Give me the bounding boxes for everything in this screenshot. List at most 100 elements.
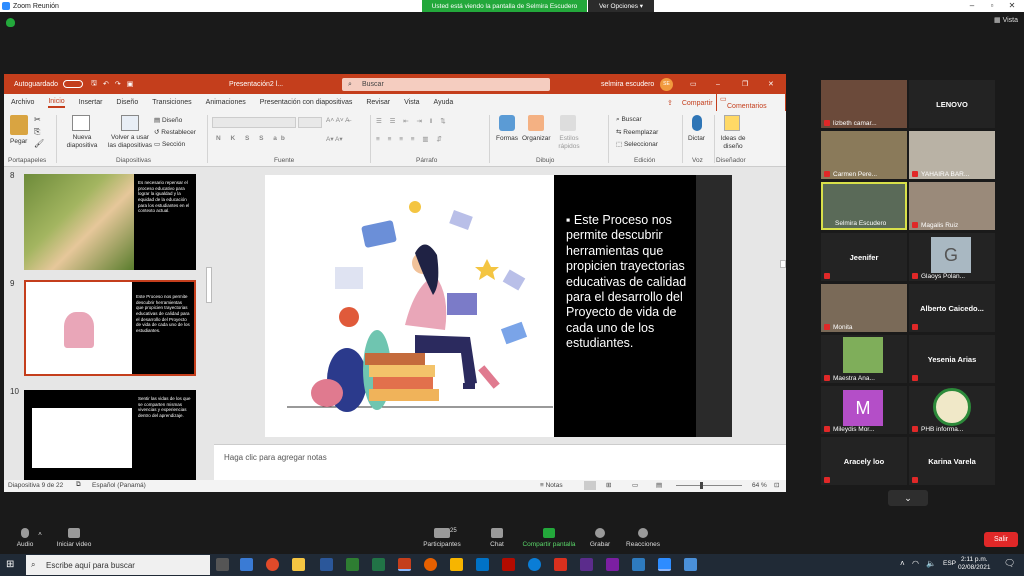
dreamweaver-icon[interactable]: [346, 558, 359, 571]
section-button[interactable]: ▭ Sección: [154, 140, 185, 148]
arrange-icon[interactable]: [528, 115, 544, 131]
language[interactable]: Español (Panamá): [92, 482, 146, 489]
minimize-icon[interactable]: –: [716, 81, 720, 88]
view-options-button[interactable]: Ver Opciones ▾: [588, 0, 654, 12]
reset-button[interactable]: ↺ Restablecer: [154, 128, 196, 136]
comments-button[interactable]: ▭ Comentarios: [716, 93, 786, 112]
zoom-slider-thumb[interactable]: [700, 482, 703, 489]
participant-tile[interactable]: LENOVO: [909, 80, 995, 128]
participant-tile[interactable]: M Mileydis Mor...: [821, 386, 907, 434]
font-name-select[interactable]: [212, 117, 296, 128]
participant-tile-active-speaker[interactable]: Selmira Escudero: [821, 182, 907, 230]
autosave-toggle[interactable]: [62, 80, 83, 88]
tab-archivo[interactable]: Archivo: [11, 99, 34, 106]
participant-tile[interactable]: Maestra Ana...: [821, 335, 907, 383]
zoom-slider[interactable]: [676, 485, 742, 486]
notes-pane[interactable]: Haga clic para agregar notas: [214, 444, 786, 480]
ribbon-display-icon[interactable]: ▭: [690, 80, 697, 88]
fit-slide-icon[interactable]: ⊡: [774, 481, 779, 489]
tab-transiciones[interactable]: Transiciones: [152, 99, 191, 106]
input-language[interactable]: ESP: [943, 560, 956, 567]
participant-tile[interactable]: G Glaoys Polan...: [909, 233, 995, 281]
zoom-taskbar-icon[interactable]: [658, 558, 671, 571]
align-buttons[interactable]: ≡ ≡ ≡ ≡ ▥ ⇵: [376, 135, 445, 143]
chat-button[interactable]: Chat: [485, 528, 509, 548]
user-avatar[interactable]: SE: [660, 77, 673, 91]
participant-tile[interactable]: Carmen Pere...: [821, 131, 907, 179]
share-button[interactable]: ⇪ Compartir: [667, 99, 720, 107]
tab-diseno[interactable]: Diseño: [116, 99, 138, 106]
participant-tile[interactable]: PHB informa...: [909, 386, 995, 434]
acrobat-icon[interactable]: [502, 558, 515, 571]
record-button[interactable]: Grabar: [588, 528, 612, 548]
paste-label[interactable]: Pegar: [10, 138, 27, 145]
audio-button[interactable]: Audio: [12, 528, 38, 548]
slide-thumbnail-10[interactable]: Sentir las vidas de los que se comparten…: [24, 390, 196, 486]
design-ideas-label[interactable]: Ideas de diseño: [718, 135, 748, 151]
thumbs-scrollbar[interactable]: [206, 267, 212, 303]
close-icon[interactable]: ✕: [1002, 0, 1022, 12]
search-box[interactable]: ⌕ Buscar: [342, 78, 550, 91]
photos-icon[interactable]: [632, 558, 645, 571]
participant-tile[interactable]: Aracely loo: [821, 437, 907, 485]
select-button[interactable]: ⬚ Seleccionar: [616, 140, 658, 148]
copy-icon[interactable]: ⎘: [34, 127, 40, 137]
slide-thumbnail-9[interactable]: Este Proceso nos permite descubrir herra…: [24, 280, 196, 376]
onenote-icon[interactable]: [580, 558, 593, 571]
microphone-icon[interactable]: [692, 115, 702, 131]
wifi-icon[interactable]: ◠: [912, 559, 919, 568]
format-painter-icon[interactable]: 🖌: [34, 139, 44, 148]
list-buttons[interactable]: ☰ ☰ ⇤ ⇥ ‖ ⇅: [376, 117, 449, 125]
slide-text-panel[interactable]: ▪ Este Proceso nos permite descubrir her…: [554, 175, 696, 437]
tab-animaciones[interactable]: Animaciones: [206, 99, 246, 106]
shapes-icon[interactable]: [499, 115, 515, 131]
participant-tile[interactable]: YAHAIRA BAR...: [909, 131, 995, 179]
editor-scrollbar[interactable]: [780, 260, 786, 268]
zoom-level[interactable]: 64 %: [752, 482, 767, 489]
tab-ayuda[interactable]: Ayuda: [434, 99, 454, 106]
layout-button[interactable]: ▤ Diseño: [154, 116, 182, 124]
reading-view-icon[interactable]: ▭: [632, 481, 638, 489]
reactions-button[interactable]: Reacciones: [624, 528, 662, 548]
restore-icon[interactable]: ❐: [742, 80, 748, 88]
powerpoint-icon[interactable]: [398, 558, 411, 571]
image-viewer-icon[interactable]: [684, 558, 697, 571]
participant-tile[interactable]: lizbeth camar...: [821, 80, 907, 128]
file-explorer-icon[interactable]: [292, 558, 305, 571]
tab-inicio[interactable]: Inicio: [48, 98, 65, 108]
participants-button[interactable]: Participantes: [420, 528, 464, 548]
tab-insertar[interactable]: Insertar: [79, 99, 103, 106]
shapes-label[interactable]: Formas: [496, 135, 518, 142]
font-color-icon[interactable]: A▾ A▾: [326, 135, 343, 143]
redo-icon[interactable]: ↷: [115, 80, 121, 88]
font-style-buttons[interactable]: N K S S ab: [216, 135, 289, 142]
excel-icon[interactable]: [372, 558, 385, 571]
undo-icon[interactable]: ↶: [103, 80, 109, 88]
gallery-next-page-button[interactable]: ⌄: [888, 490, 928, 506]
audio-options-caret[interactable]: ˄: [36, 531, 44, 538]
slide-thumbnail-8[interactable]: Es necesario repensar el proceso educati…: [24, 174, 196, 270]
new-slide-icon[interactable]: [72, 115, 90, 131]
tray-chevron-icon[interactable]: ˄: [900, 559, 905, 568]
word-icon[interactable]: [320, 558, 333, 571]
font-grow-icon[interactable]: A˄ A˅ A̶: [326, 117, 350, 124]
replace-button[interactable]: ⇆ Reemplazar: [616, 128, 658, 136]
sticky-notes-icon[interactable]: [450, 558, 463, 571]
participant-tile[interactable]: Alberto Caicedo...: [909, 284, 995, 332]
slideshow-view-icon[interactable]: ▤: [656, 481, 662, 489]
firefox-icon[interactable]: [424, 558, 437, 571]
paste-icon[interactable]: [10, 115, 28, 135]
mail-icon[interactable]: [476, 558, 489, 571]
save-icon[interactable]: 🖫: [91, 79, 97, 90]
shield-icon[interactable]: [6, 18, 15, 27]
start-slideshow-icon[interactable]: ▣: [127, 80, 134, 88]
tab-vista[interactable]: Vista: [404, 99, 419, 106]
normal-view-icon[interactable]: [584, 481, 596, 490]
new-slide-label[interactable]: Nueva diapositiva: [62, 134, 102, 150]
windows-start-icon[interactable]: ⊞: [6, 559, 18, 571]
font-size-select[interactable]: [298, 117, 322, 128]
tab-revisar[interactable]: Revisar: [366, 99, 390, 106]
participant-tile[interactable]: Karina Varela: [909, 437, 995, 485]
maximize-icon[interactable]: ▫: [982, 0, 1002, 12]
sorter-view-icon[interactable]: ⊞: [606, 481, 611, 489]
